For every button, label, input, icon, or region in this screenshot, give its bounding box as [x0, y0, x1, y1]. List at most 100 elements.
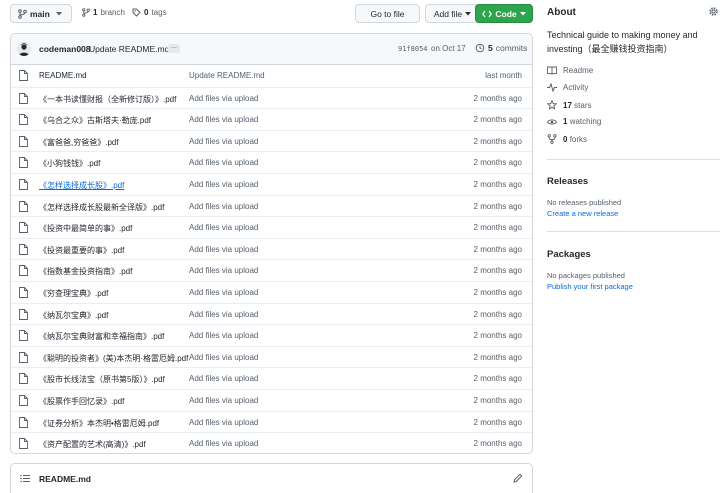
file-name-link[interactable]: 《指数基金投资指南》.pdf: [39, 266, 189, 277]
table-row[interactable]: 《股市长线法宝（原书第5版）》.pdf Add files via upload 2…: [11, 367, 532, 389]
file-commit-message[interactable]: Add files via upload: [189, 94, 258, 103]
commit-sha[interactable]: 91f8054: [398, 45, 428, 53]
table-row[interactable]: 《富爸爸,穷爸爸》.pdf Add files via upload 2 month…: [11, 129, 532, 152]
table-row[interactable]: 《投资中最简单的事》.pdf Add files via upload 2 mont…: [11, 216, 532, 238]
commits-count: 5: [488, 43, 493, 53]
file-commit-message[interactable]: Add files via upload: [189, 288, 258, 297]
file-name-link[interactable]: README.md: [39, 71, 189, 80]
divider: [547, 159, 720, 160]
forks-count: 0: [563, 134, 568, 144]
add-file-label: Add file: [433, 8, 463, 19]
file-commit-date: 2 months ago: [473, 93, 522, 103]
history-icon: [475, 43, 485, 53]
branches-link[interactable]: 1 branch: [82, 8, 125, 17]
publish-package-link[interactable]: Publish your first package: [547, 282, 633, 291]
file-name-link[interactable]: 《聪明的投资者》(美)本杰明·格雷厄姆.pdf: [39, 353, 189, 364]
gear-icon[interactable]: [708, 6, 719, 17]
file-commit-message[interactable]: Add files via upload: [189, 353, 258, 362]
file-name-link[interactable]: 《乌合之众》古斯塔夫·勒庞.pdf: [39, 115, 189, 126]
create-release-link[interactable]: Create a new release: [547, 209, 618, 218]
file-name-link[interactable]: 《怎样选择成长股最新全译版》.pdf: [39, 202, 189, 213]
file-commit-message[interactable]: Add files via upload: [189, 310, 258, 319]
file-icon: [19, 114, 28, 126]
file-commit-message[interactable]: Add files via upload: [189, 396, 258, 405]
table-row[interactable]: 《纳瓦尔宝典财富和幸福指南》.pdf Add files via upload 2 …: [11, 324, 532, 346]
file-commit-message[interactable]: Add files via upload: [189, 202, 258, 211]
file-name-link[interactable]: 《资产配置的艺术(高清)》.pdf: [39, 439, 189, 450]
table-row[interactable]: 《一本书读懂财报（全新修订版）》.pdf Add files via upload…: [11, 86, 532, 109]
file-name-link[interactable]: 《股市长线法宝（原书第5版）》.pdf: [39, 374, 189, 385]
file-commit-message[interactable]: Add files via upload: [189, 331, 258, 340]
activity-link[interactable]: Activity: [547, 83, 588, 92]
file-name-link[interactable]: 《投资中最简单的事》.pdf: [39, 223, 189, 234]
packages-heading[interactable]: Packages: [547, 249, 591, 260]
repo-sidebar: About Technical guide to making money an…: [547, 0, 720, 493]
watching-link[interactable]: 1 watching: [547, 117, 601, 126]
pulse-icon: [547, 83, 557, 92]
fork-icon: [547, 134, 557, 144]
releases-empty-text: No releases published: [547, 198, 622, 207]
table-row[interactable]: README.md Update README.md last month: [11, 65, 532, 87]
table-row[interactable]: 《乌合之众》古斯塔夫·勒庞.pdf Add files via upload 2 m…: [11, 108, 532, 130]
branches-label: branch: [100, 8, 125, 17]
table-row[interactable]: 《证券分析》本杰明•格雷厄姆.pdf Add files via upload 2 …: [11, 410, 532, 433]
readme-link[interactable]: Readme: [547, 66, 593, 75]
file-name-link[interactable]: 《小狗钱钱》.pdf: [39, 158, 189, 169]
commit-author[interactable]: codeman008: [39, 44, 91, 54]
file-icon: [19, 330, 28, 342]
file-commit-message[interactable]: Add files via upload: [189, 180, 258, 189]
table-row[interactable]: 《怎样选择成长股最新全译版》.pdf Add files via upload 2 …: [11, 194, 532, 217]
commits-link[interactable]: 5 commits: [475, 43, 527, 53]
table-row[interactable]: 《股票作手回忆录》.pdf Add files via upload 2 month…: [11, 388, 532, 411]
file-commit-message[interactable]: Add files via upload: [189, 137, 258, 146]
avatar[interactable]: [17, 42, 31, 56]
commit-message[interactable]: Update README.md: [89, 44, 169, 54]
table-row[interactable]: 《聪明的投资者》(美)本杰明·格雷厄姆.pdf Add files via upl…: [11, 345, 532, 368]
file-commit-message[interactable]: Add files via upload: [189, 245, 258, 254]
releases-heading[interactable]: Releases: [547, 176, 588, 187]
tags-link[interactable]: 0 tags: [132, 8, 167, 17]
file-name-link[interactable]: 《纳瓦尔宝典财富和幸福指南》.pdf: [39, 331, 189, 342]
file-commit-message[interactable]: Add files via upload: [189, 158, 258, 167]
file-commit-message[interactable]: Add files via upload: [189, 418, 258, 427]
table-row[interactable]: 《资产配置的艺术(高清)》.pdf Add files via upload 2 m…: [11, 432, 532, 453]
stars-link[interactable]: 17 stars: [547, 100, 591, 110]
packages-empty-text: No packages published: [547, 271, 625, 280]
file-commit-message[interactable]: Add files via upload: [189, 374, 258, 383]
go-to-file-button[interactable]: Go to file: [355, 4, 420, 23]
table-row[interactable]: 《怎样选择成长股》.pdf Add files via upload 2 month…: [11, 172, 532, 195]
file-name-link[interactable]: 《富爸爸,穷爸爸》.pdf: [39, 137, 189, 148]
file-icon: [19, 243, 28, 255]
file-name-link[interactable]: 《一本书读懂财报（全新修订版）》.pdf: [39, 94, 189, 105]
code-button[interactable]: Code: [475, 4, 533, 23]
commits-label: commits: [495, 43, 528, 53]
forks-link[interactable]: 0 forks: [547, 134, 587, 144]
file-commit-message[interactable]: Update README.md: [189, 71, 265, 80]
list-icon[interactable]: [20, 474, 30, 483]
table-row[interactable]: 《穷查理宝典》.pdf Add files via upload 2 months …: [11, 280, 532, 303]
file-commit-message[interactable]: Add files via upload: [189, 439, 258, 448]
readme-title[interactable]: README.md: [39, 474, 91, 484]
add-file-button[interactable]: Add file: [425, 4, 480, 23]
commit-expand-button[interactable]: ...: [168, 43, 180, 53]
file-commit-date: 2 months ago: [473, 374, 522, 384]
activity-label: Activity: [563, 83, 589, 92]
branch-selector-button[interactable]: main: [10, 4, 72, 23]
table-row[interactable]: 《投资最重要的事》.pdf Add files via upload 2 month…: [11, 237, 532, 260]
caret-down-icon: [55, 11, 62, 16]
file-name-link[interactable]: 《股票作手回忆录》.pdf: [39, 396, 189, 407]
file-name-link[interactable]: 《证券分析》本杰明•格雷厄姆.pdf: [39, 418, 189, 429]
file-name-link[interactable]: 《穷查理宝典》.pdf: [39, 288, 189, 299]
file-name-link[interactable]: 《纳瓦尔宝典》.pdf: [39, 310, 189, 321]
stars-label: stars: [574, 100, 592, 110]
table-row[interactable]: 《纳瓦尔宝典》.pdf Add files via upload 2 months …: [11, 302, 532, 325]
file-commit-message[interactable]: Add files via upload: [189, 266, 258, 275]
file-name-link[interactable]: 《投资最重要的事》.pdf: [39, 245, 189, 256]
file-commit-message[interactable]: Add files via upload: [189, 115, 258, 124]
table-row[interactable]: 《小狗钱钱》.pdf Add files via upload 2 months a…: [11, 151, 532, 173]
watching-count: 1: [563, 117, 568, 126]
pencil-icon[interactable]: [513, 473, 523, 483]
file-commit-message[interactable]: Add files via upload: [189, 223, 258, 232]
file-name-link[interactable]: 《怎样选择成长股》.pdf: [39, 180, 189, 191]
table-row[interactable]: 《指数基金投资指南》.pdf Add files via upload 2 mont…: [11, 259, 532, 281]
